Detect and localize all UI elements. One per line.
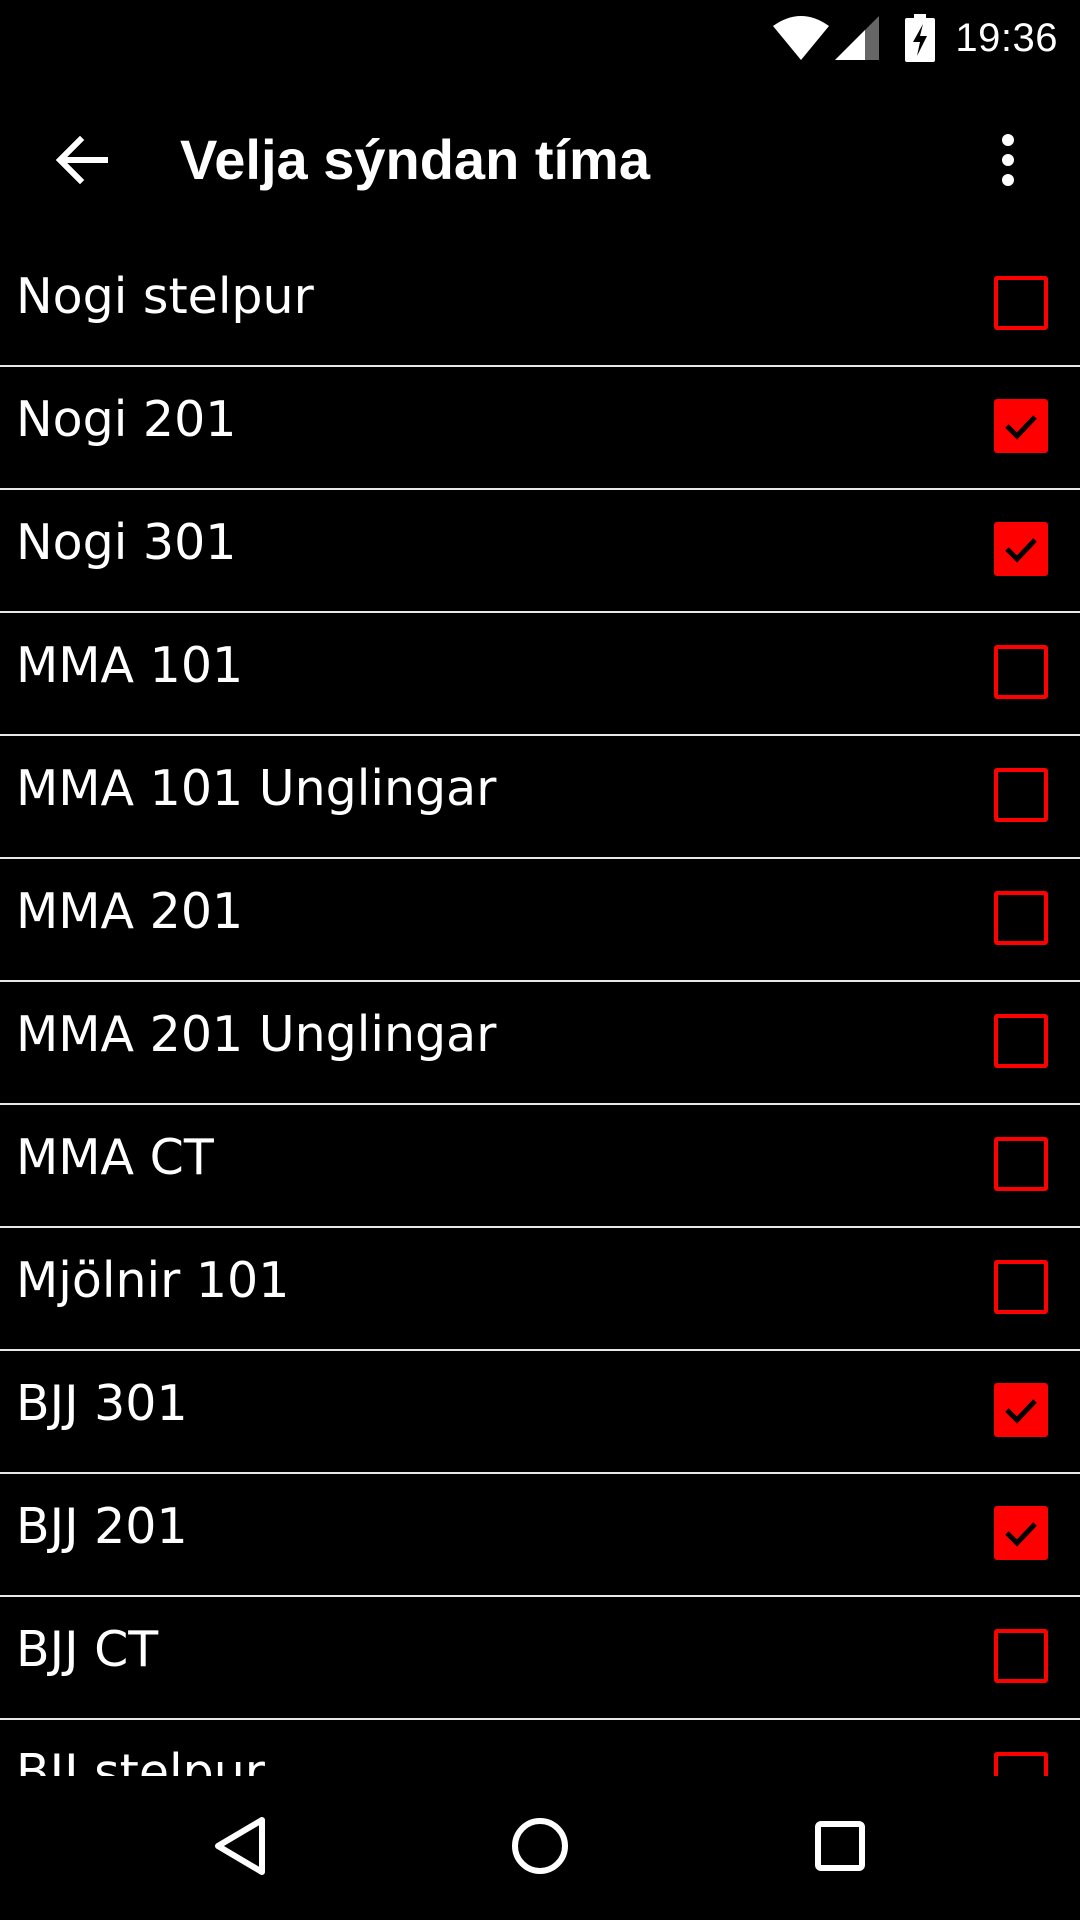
list-item-label: BJJ stelpur	[16, 1744, 265, 1776]
page-title: Velja sýndan tíma	[180, 128, 650, 191]
list-item-checkbox[interactable]	[994, 891, 1048, 945]
list-item-label: Nogi stelpur	[16, 268, 314, 325]
home-circle-icon	[511, 1817, 569, 1879]
app-bar: Velja sýndan tíma	[0, 76, 1080, 244]
arrow-back-icon	[55, 135, 109, 188]
list-item-checkbox[interactable]	[994, 1383, 1048, 1437]
checkmark-icon	[1005, 538, 1037, 563]
list-item-checkbox[interactable]	[994, 1014, 1048, 1068]
nav-home-button[interactable]	[480, 1796, 600, 1900]
list-item-checkbox[interactable]	[994, 276, 1048, 330]
class-list: Nogi stelpur Nogi 201 Nogi 301 MMA 101 MMA 1…	[0, 244, 1080, 1776]
list-item-label: Mjölnir 101	[16, 1252, 290, 1309]
wifi-icon	[773, 16, 830, 60]
overflow-menu-button[interactable]	[966, 120, 1050, 204]
list-item-label: Nogi 201	[16, 391, 237, 448]
list-item[interactable]: MMA 201 Unglingar	[0, 982, 1080, 1105]
list-item-checkbox[interactable]	[994, 768, 1048, 822]
checkmark-icon	[1005, 415, 1037, 440]
list-item-checkbox[interactable]	[994, 1629, 1048, 1683]
status-icons: 19:36	[773, 0, 1058, 76]
list-item[interactable]: Nogi 301	[0, 490, 1080, 613]
list-item-checkbox[interactable]	[994, 1506, 1048, 1560]
list-item-label: MMA 201 Unglingar	[16, 1006, 497, 1063]
navigation-bar	[0, 1776, 1080, 1920]
nav-recents-button[interactable]	[780, 1796, 900, 1900]
status-bar: 19:36	[0, 0, 1080, 76]
list-item-checkbox[interactable]	[994, 1752, 1048, 1776]
battery-charging-icon	[905, 14, 936, 62]
list-item[interactable]: Nogi stelpur	[0, 244, 1080, 367]
list-item[interactable]: BJJ CT	[0, 1597, 1080, 1720]
list-item[interactable]: Nogi 201	[0, 367, 1080, 490]
list-item[interactable]: BJJ stelpur	[0, 1720, 1080, 1776]
list-item-label: BJJ 301	[16, 1375, 188, 1432]
list-item[interactable]: BJJ 301	[0, 1351, 1080, 1474]
list-item-label: MMA 201	[16, 883, 244, 940]
list-item[interactable]: MMA 201	[0, 859, 1080, 982]
list-item[interactable]: MMA CT	[0, 1105, 1080, 1228]
list-item-checkbox[interactable]	[994, 645, 1048, 699]
checkmark-icon	[1005, 1399, 1037, 1424]
checkmark-icon	[1005, 1522, 1037, 1547]
back-triangle-icon	[212, 1816, 268, 1880]
list-item-checkbox[interactable]	[994, 522, 1048, 576]
list-item[interactable]: MMA 101 Unglingar	[0, 736, 1080, 859]
list-item-checkbox[interactable]	[994, 1260, 1048, 1314]
back-button[interactable]	[40, 120, 124, 204]
list-item-label: BJJ CT	[16, 1621, 159, 1678]
cell-signal-icon	[835, 16, 880, 60]
nav-back-button[interactable]	[180, 1796, 300, 1900]
list-item-label: Nogi 301	[16, 514, 237, 571]
list-item-checkbox[interactable]	[994, 399, 1048, 453]
list-item-label: MMA 101 Unglingar	[16, 760, 497, 817]
recents-square-icon	[815, 1821, 865, 1875]
list-item-checkbox[interactable]	[994, 1137, 1048, 1191]
list-item[interactable]: Mjölnir 101	[0, 1228, 1080, 1351]
list-item-label: BJJ 201	[16, 1498, 188, 1555]
more-vert-icon	[1000, 134, 1016, 190]
list-item[interactable]: BJJ 201	[0, 1474, 1080, 1597]
list-item-label: MMA 101	[16, 637, 244, 694]
status-time: 19:36	[955, 15, 1058, 60]
list-item[interactable]: MMA 101	[0, 613, 1080, 736]
list-item-label: MMA CT	[16, 1129, 214, 1186]
